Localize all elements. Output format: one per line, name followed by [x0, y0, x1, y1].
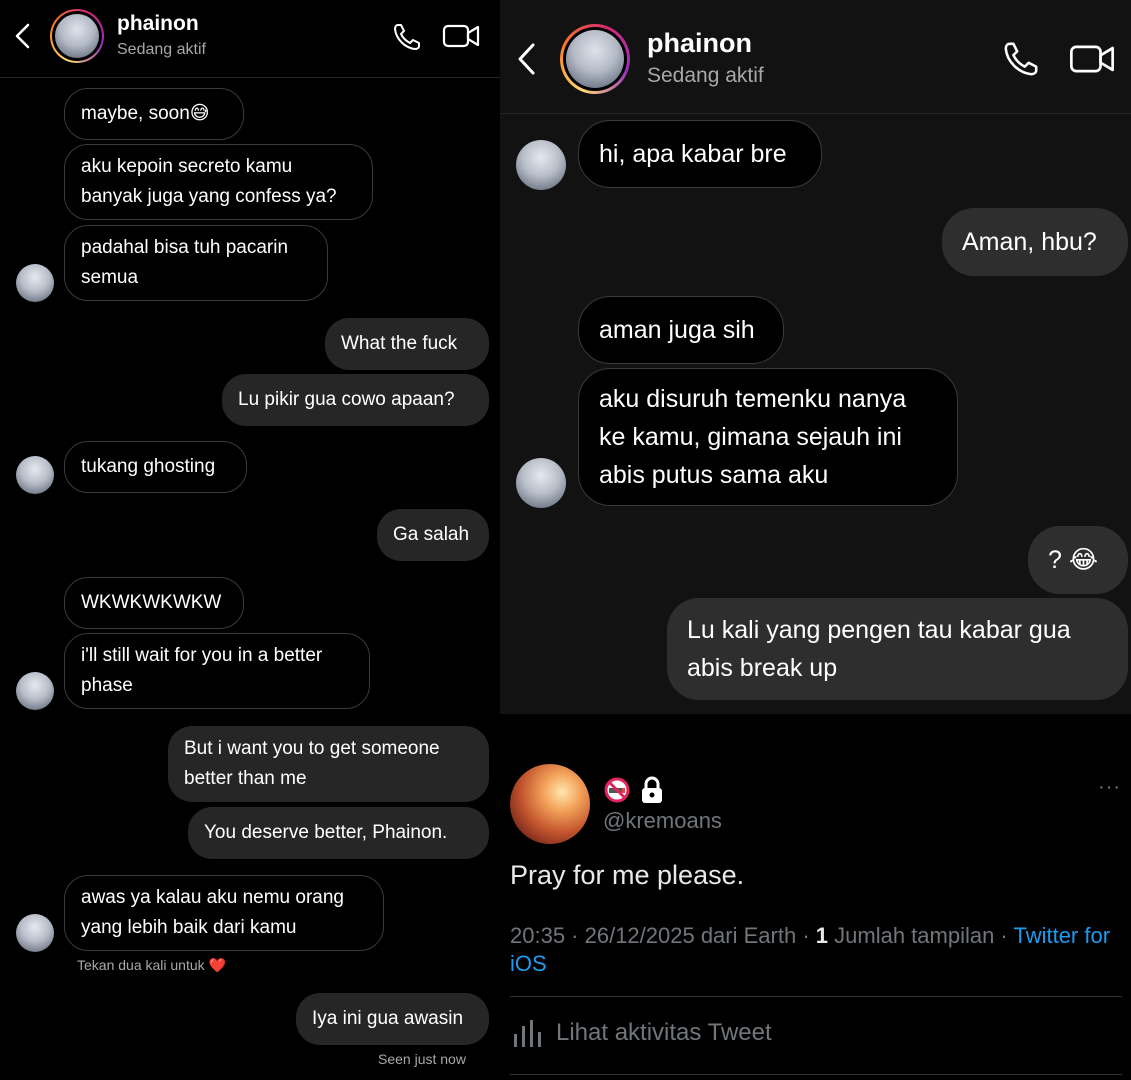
active-status: Sedang aktif: [647, 64, 764, 87]
view-count: 1: [815, 923, 829, 948]
message-received[interactable]: awas ya kalau aku nemu orang yang lebih …: [64, 875, 384, 951]
phone-call-icon[interactable]: [1002, 40, 1040, 78]
message-text: Iya ini gua awasin: [312, 1008, 464, 1029]
message-text: maybe, soon😅: [81, 103, 210, 124]
message-received[interactable]: padahal bisa tuh pacarin semua: [64, 225, 328, 301]
bar-chart-icon: [514, 1020, 541, 1047]
message-received[interactable]: hi, apa kabar bre: [578, 120, 822, 188]
tweet-author-avatar[interactable]: [510, 764, 590, 844]
chat-header: phainon Sedang aktif: [0, 0, 500, 78]
message-received[interactable]: aman juga sih: [578, 296, 784, 364]
divider: [510, 1074, 1122, 1075]
message-text: i'll still wait for you in a better: [81, 645, 323, 666]
sender-avatar[interactable]: [16, 914, 54, 952]
message-received[interactable]: tukang ghosting: [64, 441, 247, 493]
message-text: aku disuruh temenku nanya: [599, 385, 907, 413]
video-call-icon[interactable]: [442, 22, 480, 50]
message-sent[interactable]: Ga salah: [377, 509, 489, 561]
message-text: Lu pikir gua cowo apaan?: [238, 389, 455, 410]
message-sent[interactable]: What the fuck: [325, 318, 489, 370]
tweet-meta: 20:35 · 26/12/2025 dari Earth · 1 Jumlah…: [510, 922, 1120, 978]
chat-header: phainon Sedang aktif: [500, 0, 1131, 114]
message-text: phase: [81, 675, 133, 696]
message-text: better than me: [184, 768, 307, 789]
message-text: tukang ghosting: [81, 456, 216, 477]
message-sent[interactable]: Lu pikir gua cowo apaan?: [222, 374, 489, 426]
message-text: hi, apa kabar bre: [599, 140, 787, 168]
sender-avatar[interactable]: [516, 140, 566, 190]
message-received[interactable]: i'll still wait for you in a better phas…: [64, 633, 370, 709]
tweet-text: Pray for me please.: [510, 860, 745, 890]
sender-avatar[interactable]: [16, 456, 54, 494]
message-sent[interactable]: Lu kali yang pengen tau kabar gua abis b…: [667, 598, 1128, 700]
active-status: Sedang aktif: [117, 41, 206, 58]
message-sent[interactable]: Iya ini gua awasin: [296, 993, 489, 1045]
contact-name[interactable]: phainon: [117, 12, 199, 36]
back-chevron-icon[interactable]: [514, 41, 538, 77]
message-text: aku kepoin secreto kamu: [81, 156, 293, 177]
message-received[interactable]: aku disuruh temenku nanya ke kamu, giman…: [578, 368, 958, 506]
no-smoking-icon: [604, 777, 630, 803]
sender-avatar[interactable]: [16, 672, 54, 710]
double-tap-hint: Tekan dua kali untuk ❤️: [77, 957, 226, 973]
message-text: Ga salah: [393, 524, 470, 545]
message-received[interactable]: WKWKWKWKW: [64, 577, 244, 629]
seen-status: Seen just now: [378, 1051, 466, 1067]
message-text: abis break up: [687, 654, 838, 682]
message-sent[interactable]: ? 😂: [1028, 526, 1128, 594]
view-label: Jumlah tampilan ·: [828, 923, 1014, 948]
activity-label: Lihat aktivitas Tweet: [556, 1019, 772, 1046]
message-sent[interactable]: But i want you to get someone better tha…: [168, 726, 489, 802]
profile-avatar[interactable]: [50, 9, 104, 63]
message-text: ? 😂: [1048, 546, 1099, 574]
tweet-card: @kremoans ··· Pray for me please. 20:35 …: [500, 714, 1131, 1080]
message-text: But i want you to get someone: [184, 738, 440, 759]
message-text: semua: [81, 267, 139, 288]
sender-avatar[interactable]: [516, 458, 566, 508]
tweet-activity-button[interactable]: Lihat aktivitas Tweet: [512, 1018, 772, 1048]
message-text: awas ya kalau aku nemu orang: [81, 887, 344, 908]
message-text: You deserve better, Phainon.: [204, 822, 448, 843]
profile-avatar[interactable]: [560, 24, 630, 94]
video-call-icon[interactable]: [1068, 42, 1116, 76]
message-text: What the fuck: [341, 333, 458, 354]
message-text: ke kamu, gimana sejauh ini: [599, 423, 902, 451]
phone-call-icon[interactable]: [392, 22, 422, 52]
back-chevron-icon[interactable]: [12, 22, 34, 50]
message-text: Aman, hbu?: [962, 228, 1097, 256]
more-options-icon[interactable]: ···: [1098, 776, 1121, 799]
profile-badges: [603, 776, 665, 804]
lock-icon: [642, 776, 662, 803]
message-text: abis putus sama aku: [599, 461, 829, 489]
sender-avatar[interactable]: [16, 264, 54, 302]
divider: [510, 996, 1122, 997]
message-text: aman juga sih: [599, 316, 755, 344]
message-sent[interactable]: You deserve better, Phainon.: [188, 807, 489, 859]
tweet-timestamp: 20:35 · 26/12/2025 dari Earth ·: [510, 923, 816, 948]
tweet-handle[interactable]: @kremoans: [603, 808, 722, 834]
message-text: WKWKWKWKW: [81, 592, 222, 613]
message-text: banyak juga yang confess ya?: [81, 186, 337, 207]
left-chat-screenshot: phainon Sedang aktif maybe, soon😅 aku ke…: [0, 0, 500, 1080]
right-chat-screenshot: phainon Sedang aktif hi, apa kabar bre A…: [500, 0, 1131, 1080]
message-sent[interactable]: Aman, hbu?: [942, 208, 1128, 276]
message-text: yang lebih baik dari kamu: [81, 917, 297, 938]
message-received[interactable]: aku kepoin secreto kamu banyak juga yang…: [64, 144, 373, 220]
message-text: padahal bisa tuh pacarin: [81, 237, 289, 258]
message-text: Lu kali yang pengen tau kabar gua: [687, 616, 1071, 644]
contact-name[interactable]: phainon: [647, 28, 752, 59]
message-received[interactable]: maybe, soon😅: [64, 88, 244, 140]
